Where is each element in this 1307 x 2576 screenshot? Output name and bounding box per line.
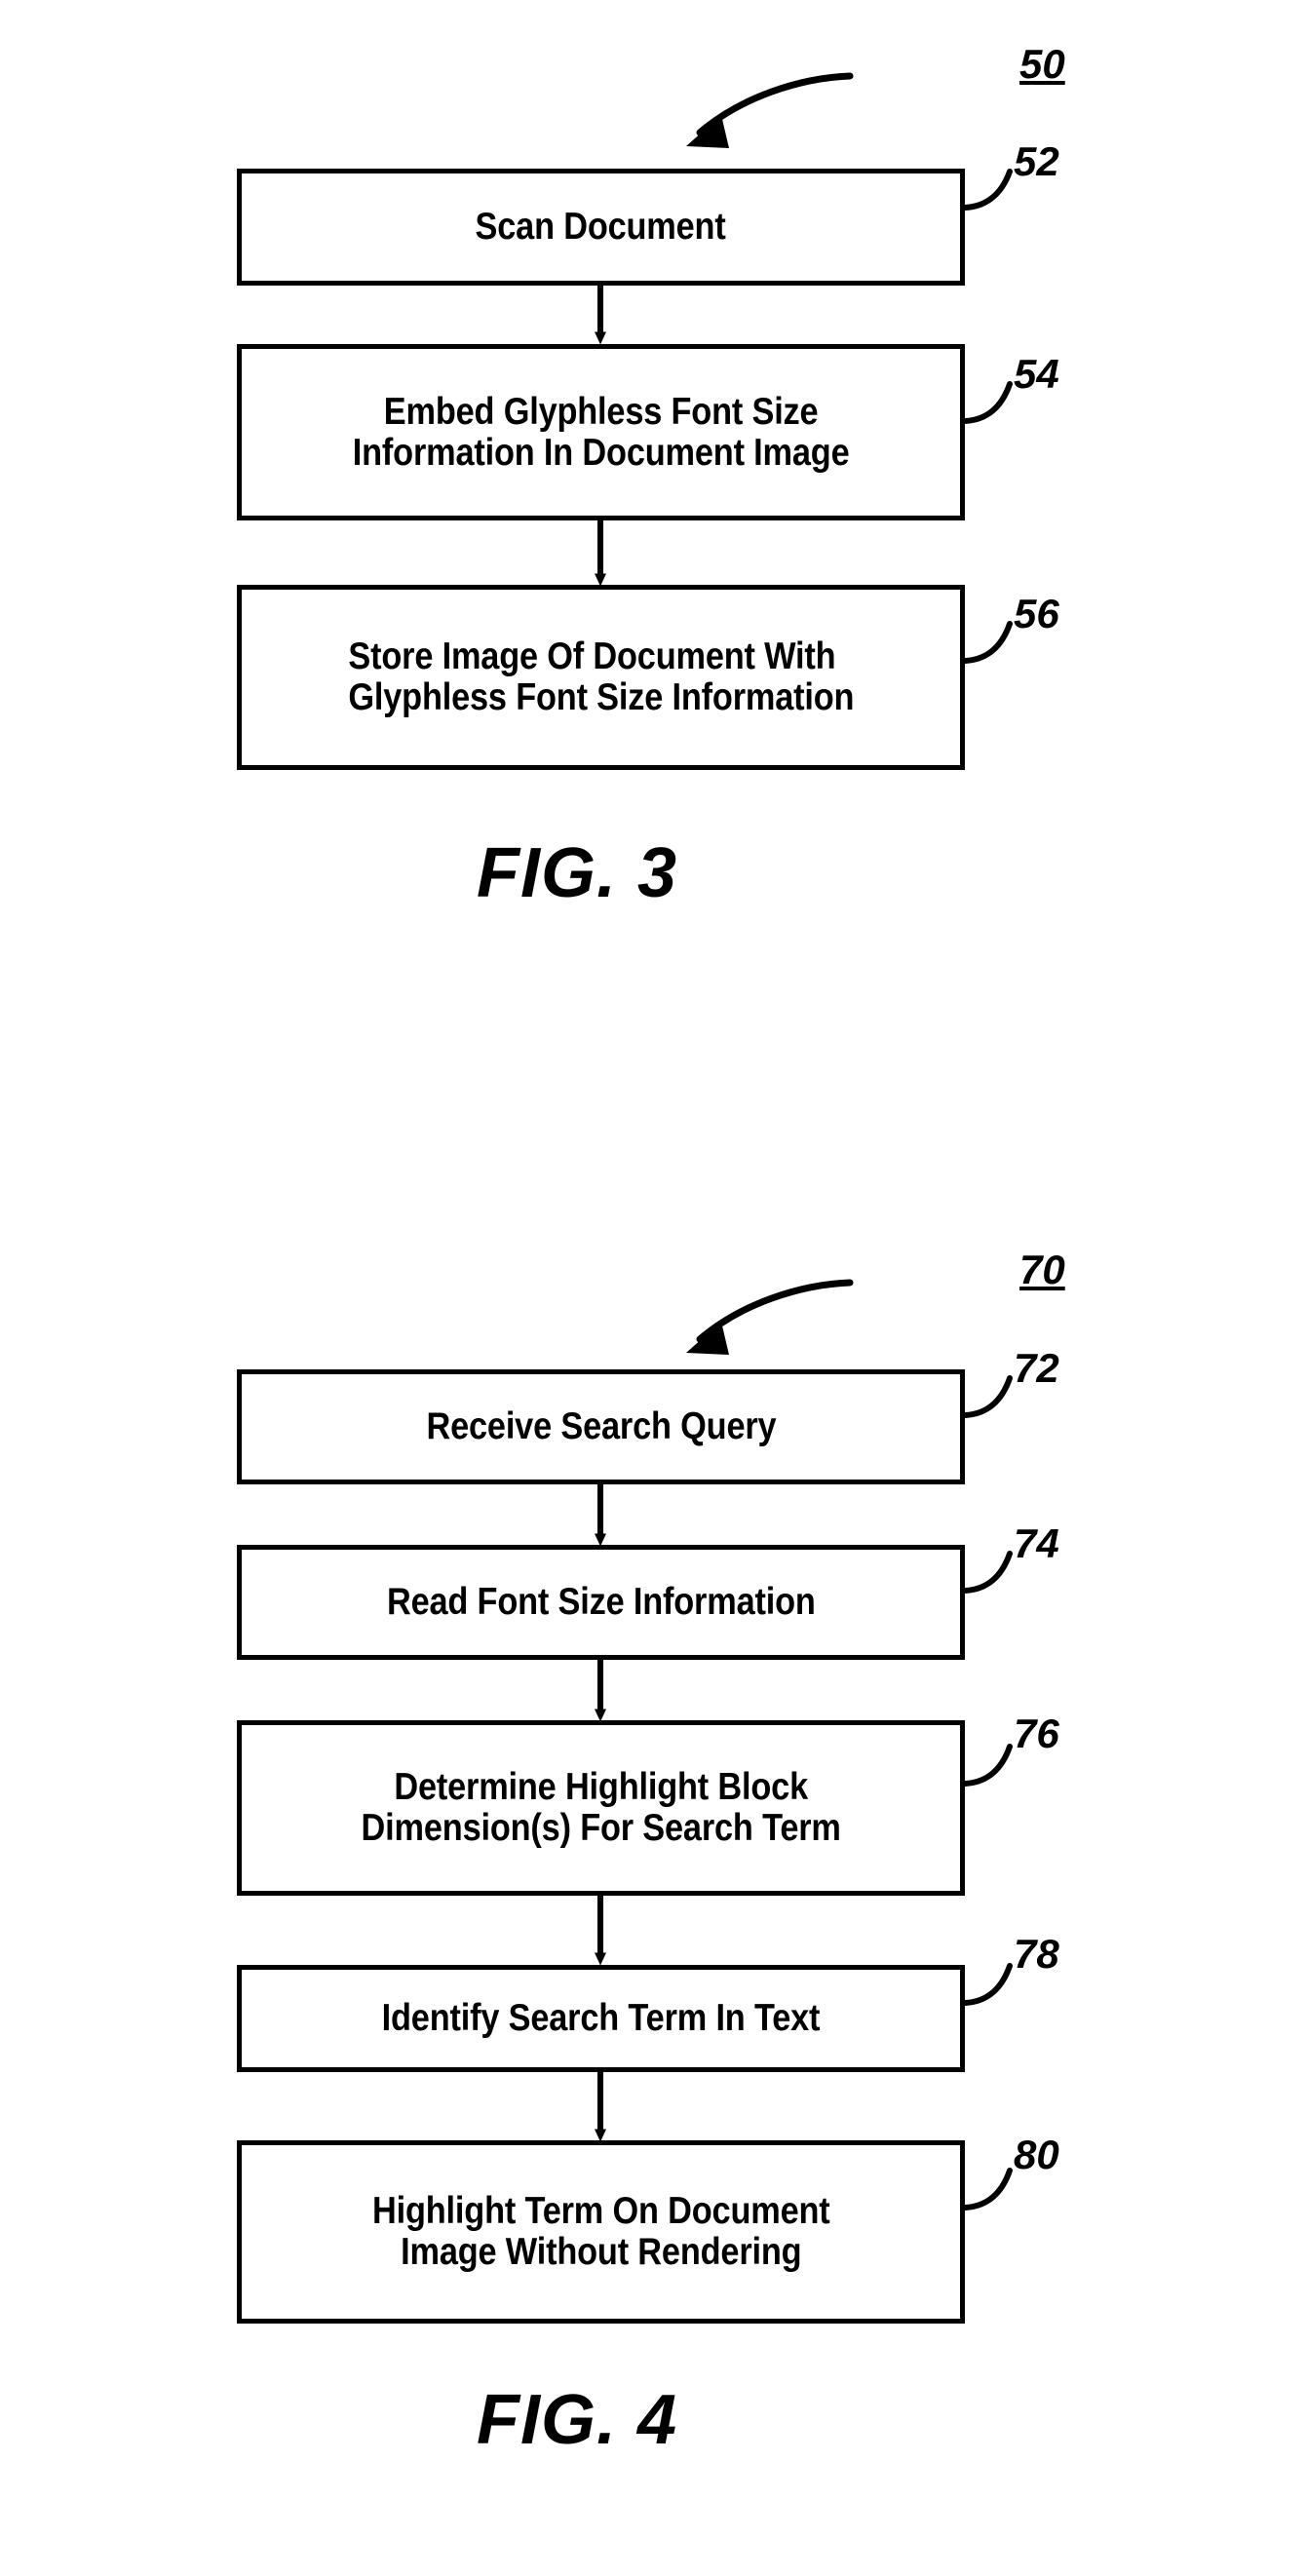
fig4-step-ref-76: 76 <box>1014 1711 1059 1756</box>
fig4-step-ref-72: 72 <box>1014 1345 1059 1391</box>
fig4-step-label-78: Identify Search Term In Text <box>381 1997 821 2040</box>
fig4-step-ref-80: 80 <box>1014 2132 1059 2177</box>
flow-reference-70: 70 <box>1019 1247 1065 1292</box>
figure-caption-3: FIG. 3 <box>477 834 678 912</box>
fig3-step-label-54: Embed Glyphless Font Size Information In… <box>352 390 850 474</box>
fig3-step-ref-56: 56 <box>1014 591 1059 636</box>
fig3-step-label-56: Store Image Of Document With Glyphless F… <box>348 635 854 718</box>
fig4-leaders <box>962 1375 1013 2211</box>
fig3-step-box-56[interactable]: Store Image Of Document With Glyphless F… <box>237 585 965 770</box>
fig3-step-ref-52: 52 <box>1014 138 1059 184</box>
fig4-step-label-72: Receive Search Query <box>426 1405 776 1448</box>
figure-caption-4: FIG. 4 <box>477 2381 678 2459</box>
fig4-step-label-74: Read Font Size Information <box>386 1581 816 1624</box>
fig4-step-box-74[interactable]: Read Font Size Information <box>237 1545 965 1660</box>
flow-label-arrow-70 <box>686 1279 854 1355</box>
fig4-step-ref-74: 74 <box>1014 1520 1059 1566</box>
patent-figure-sheet: 50 Scan Document 52 Embed Glyphless Font… <box>0 0 1307 2576</box>
fig4-step-box-80[interactable]: Highlight Term On Document Image Without… <box>237 2140 965 2324</box>
fig3-step-box-52[interactable]: Scan Document <box>237 169 965 286</box>
fig3-step-label-52: Scan Document <box>475 206 727 249</box>
fig4-step-box-76[interactable]: Determine Highlight Block Dimension(s) F… <box>237 1720 965 1896</box>
fig3-step-box-54[interactable]: Embed Glyphless Font Size Information In… <box>237 344 965 520</box>
flow-label-arrow-50 <box>686 72 854 148</box>
fig3-leaders <box>962 169 1013 664</box>
fig4-step-label-76: Determine Highlight Block Dimension(s) F… <box>361 1766 841 1849</box>
fig3-step-ref-54: 54 <box>1014 351 1059 397</box>
fig4-step-ref-78: 78 <box>1014 1931 1059 1977</box>
fig4-step-box-78[interactable]: Identify Search Term In Text <box>237 1965 965 2072</box>
flow-reference-50: 50 <box>1019 41 1065 87</box>
fig4-step-box-72[interactable]: Receive Search Query <box>237 1369 965 1484</box>
fig4-step-label-80: Highlight Term On Document Image Without… <box>371 2190 830 2273</box>
